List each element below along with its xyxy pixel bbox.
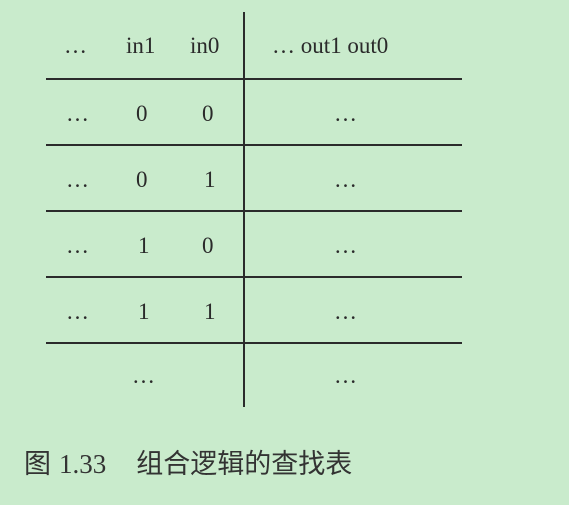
table-cell: … <box>132 363 155 388</box>
table-cell: 1 <box>204 167 216 192</box>
table-cell: … <box>66 233 89 258</box>
header-in1: in1 <box>126 33 156 58</box>
table-cell: 1 <box>138 233 150 258</box>
table-cell: 1 <box>204 299 216 324</box>
table-cell: … <box>334 299 357 324</box>
table-cell: … <box>334 101 357 126</box>
table-cell: 0 <box>202 101 214 126</box>
figure-caption: 图 1.33 组合逻辑的查找表 <box>24 447 352 482</box>
table-cell: … <box>66 167 89 192</box>
table-cell: … <box>334 363 357 388</box>
table-cell: … <box>334 233 357 258</box>
table-divider <box>243 12 245 407</box>
table-cell: … <box>66 299 89 324</box>
caption-number: 1.33 <box>59 449 107 479</box>
header-ellipsis: … <box>64 33 87 58</box>
table-cell: 0 <box>136 167 148 192</box>
table-cell: 0 <box>202 233 214 258</box>
caption-label: 图 <box>24 449 51 480</box>
table-cell: … <box>66 101 89 126</box>
table-rule <box>46 144 462 146</box>
table-rule <box>46 342 462 344</box>
header-outputs: … out1 out0 <box>272 33 389 58</box>
table-cell: 0 <box>136 101 148 126</box>
header-in0: in0 <box>190 33 220 58</box>
table-rule <box>46 78 462 80</box>
caption-title: 组合逻辑的查找表 <box>136 449 353 480</box>
table-cell: … <box>334 167 357 192</box>
table-cell: 1 <box>138 299 150 324</box>
table-rule <box>46 210 462 212</box>
table-rule <box>46 276 462 278</box>
